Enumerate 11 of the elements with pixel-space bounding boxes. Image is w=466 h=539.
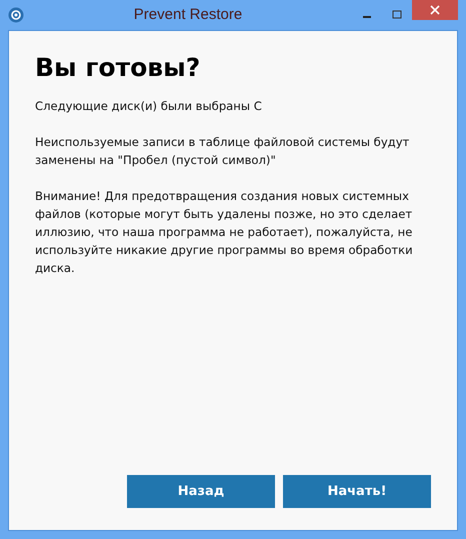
paragraph: Следующие диск(и) были выбраны C (35, 98, 263, 115)
app-icon (8, 7, 24, 23)
paragraph: Внимание! Для предотвращения создания новых системных файлов (которые могут быть удалены позже, но это сделает иллюзию, что наша программа не работает), пожалуйста, не используйте никакие другие программы во время обработки диска. (35, 188, 414, 277)
heading: Вы готовы? (35, 53, 202, 83)
back-button[interactable]: Назад (127, 475, 275, 508)
close-icon (430, 5, 440, 15)
close-button[interactable] (412, 0, 458, 20)
start-button[interactable]: Начать! (283, 475, 431, 508)
window-title: Prevent Restore (132, 4, 244, 25)
maximize-icon (392, 10, 402, 20)
paragraph: Неиспользуемые записи в таблице файловой системы будут заменены на "Пробел (пустой символ)" (35, 134, 410, 169)
